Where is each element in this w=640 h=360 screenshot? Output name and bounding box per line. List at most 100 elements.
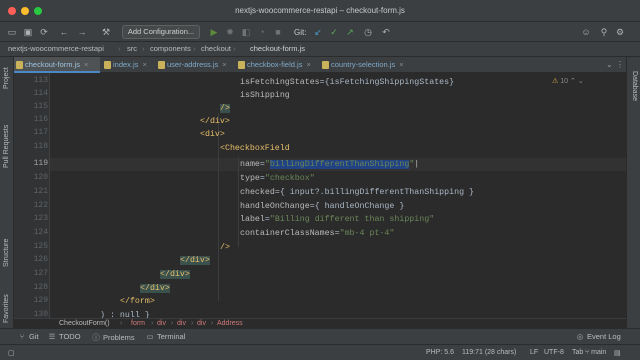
settings-icon[interactable]: ⚙ — [614, 26, 626, 38]
debug-icon[interactable]: ✹ — [224, 26, 236, 38]
line-number: 116 — [33, 115, 48, 124]
breadcrumb-checkout[interactable]: checkout — [201, 44, 231, 53]
code-line-120: type="checkbox" — [240, 174, 315, 183]
git-update-icon[interactable]: ↙ — [312, 26, 324, 38]
breadcrumb-project[interactable]: nextjs-woocommerce-restapi — [8, 44, 104, 53]
close-tab-icon[interactable]: × — [84, 60, 88, 69]
tab-list-chevron-icon[interactable]: ⌄ — [606, 60, 613, 69]
git-branch-widget[interactable]: ⑂ main — [585, 349, 606, 356]
code-crumb-function[interactable]: CheckoutForm() — [59, 320, 110, 327]
inspection-chevron-up-icon: ⌃ — [569, 78, 576, 85]
js-file-icon — [158, 61, 165, 69]
js-file-icon — [322, 61, 329, 69]
database-panel-tab[interactable]: Database — [631, 71, 638, 101]
tab-checkout-form[interactable]: checkout-form.js × — [14, 57, 100, 73]
event-log-button[interactable]: ◎ Event Log — [576, 332, 621, 341]
problems-tool-button[interactable]: ⓘ Problems — [92, 332, 134, 343]
file-encoding[interactable]: UTF-8 — [544, 349, 564, 356]
back-arrow-icon[interactable]: ← — [58, 26, 70, 38]
main-toolbar: ▭ ▣ ⟳ ← → ⚒ Add Configuration... ▶ ✹ ◧ ◔… — [0, 22, 640, 42]
js-file-icon — [104, 61, 111, 69]
tab-user-address[interactable]: user-address.js × — [156, 57, 236, 73]
line-number: 123 — [33, 214, 48, 223]
breadcrumb-separator: › — [233, 44, 236, 53]
line-number: 128 — [33, 283, 48, 292]
tab-index[interactable]: index.js × — [102, 57, 156, 73]
breadcrumb-file[interactable]: checkout-form.js — [250, 44, 305, 53]
close-tab-icon[interactable]: × — [142, 60, 146, 69]
caret-position[interactable]: 119:71 (28 chars) — [462, 349, 516, 356]
code-crumb-div[interactable]: div — [177, 320, 186, 327]
memory-indicator-icon[interactable]: ▤ — [614, 349, 621, 357]
status-widget-icon[interactable]: ▢ — [8, 349, 15, 357]
code-line-128: </div> — [140, 284, 170, 293]
line-number: 126 — [33, 255, 48, 264]
breadcrumb-separator: › — [142, 44, 145, 53]
crumb-separator: › — [211, 320, 214, 327]
bottom-tool-bar: ⑂ Git ☰ TODO ⓘ Problems ▭ Terminal ◎ Event Lo… — [0, 328, 640, 344]
code-line-124: containerClassNames="mb-4 pt-4" — [240, 229, 395, 238]
breadcrumb-components[interactable]: components — [150, 44, 191, 53]
code-line-116: </div> — [200, 117, 230, 126]
project-panel-tab[interactable]: Project — [3, 67, 10, 89]
structure-panel-tab[interactable]: Structure — [3, 239, 10, 267]
line-separator[interactable]: LF — [530, 349, 538, 356]
save-all-icon[interactable]: ▣ — [22, 26, 34, 38]
git-commit-icon[interactable]: ✓ — [328, 26, 340, 38]
search-icon[interactable]: ⚲ — [598, 26, 610, 38]
git-tool-button[interactable]: ⑂ Git — [18, 332, 39, 341]
code-line-121: checked={ input?.billingDifferentThanShi… — [240, 188, 475, 197]
todo-tool-button[interactable]: ☰ TODO — [48, 332, 81, 341]
line-number: 115 — [33, 102, 48, 111]
title-bar: nextjs-woocommerce-restapi – checkout-fo… — [0, 0, 640, 22]
pull-requests-panel-tab[interactable]: Pull Requests — [3, 125, 10, 168]
selected-text: billingDifferentThanShipping — [269, 160, 410, 169]
user-icon[interactable]: ☺ — [580, 26, 592, 38]
line-number: 118 — [33, 142, 48, 151]
tab-label: checkbox-field.js — [247, 60, 303, 69]
rollback-icon[interactable]: ↶ — [380, 26, 392, 38]
code-line-122: handleOnChange={ handleOnChange } — [240, 202, 405, 211]
tab-label: user-address.js — [167, 60, 219, 69]
git-push-icon[interactable]: ↗ — [344, 26, 356, 38]
forward-arrow-icon[interactable]: → — [76, 26, 88, 38]
code-line-119: name="billingDifferentThanShipping"| — [240, 160, 420, 169]
stop-icon[interactable]: ■ — [272, 26, 284, 38]
php-version[interactable]: PHP: 5.6 — [426, 349, 454, 356]
add-configuration-button[interactable]: Add Configuration... — [122, 25, 200, 39]
js-file-icon — [238, 61, 245, 69]
code-crumb-address[interactable]: Address — [217, 320, 243, 327]
tab-label: country-selection.js — [331, 60, 396, 69]
code-line-125: /> — [220, 243, 230, 252]
close-tab-icon[interactable]: × — [306, 60, 310, 69]
tab-country-selection[interactable]: country-selection.js × — [320, 57, 416, 73]
code-editor[interactable]: ⚠ 10 ⌃ ⌄ isFetchingStates={isFetchingShi… — [50, 73, 626, 322]
close-tab-icon[interactable]: × — [399, 60, 403, 69]
profile-icon[interactable]: ◔ — [256, 26, 268, 38]
terminal-tool-button[interactable]: ▭ Terminal — [146, 332, 185, 341]
open-folder-icon[interactable]: ▭ — [6, 26, 18, 38]
line-number: 127 — [33, 269, 48, 278]
code-crumb-div[interactable]: div — [197, 320, 206, 327]
build-hammer-icon[interactable]: ⚒ — [100, 26, 112, 38]
navigation-bar: nextjs-woocommerce-restapi › src › compo… — [0, 42, 640, 57]
editor-tab-bar: checkout-form.js × index.js × user-address… — [14, 57, 626, 73]
close-tab-icon[interactable]: × — [222, 60, 226, 69]
inspection-widget[interactable]: ⚠ 10 ⌃ ⌄ — [552, 77, 584, 85]
history-icon[interactable]: ◷ — [362, 26, 374, 38]
coverage-icon[interactable]: ◧ — [240, 26, 252, 38]
favorites-panel-tab[interactable]: Favorites — [3, 294, 10, 323]
code-crumb-form[interactable]: form — [131, 320, 145, 327]
breadcrumb-src[interactable]: src — [127, 44, 137, 53]
run-icon[interactable]: ▶ — [208, 26, 220, 38]
line-number: 125 — [33, 242, 48, 251]
indent-setting[interactable]: Tab — [572, 349, 583, 356]
sync-icon[interactable]: ⟳ — [38, 26, 50, 38]
line-number-current: 119 — [33, 159, 48, 168]
terminal-icon: ▭ — [146, 332, 154, 341]
crumb-separator: › — [120, 320, 123, 327]
tab-checkbox-field[interactable]: checkbox-field.js × — [236, 57, 320, 73]
split-editor-icon[interactable]: ⋮ — [616, 60, 624, 69]
git-label: Git: — [294, 28, 307, 37]
code-crumb-div[interactable]: div — [157, 320, 166, 327]
